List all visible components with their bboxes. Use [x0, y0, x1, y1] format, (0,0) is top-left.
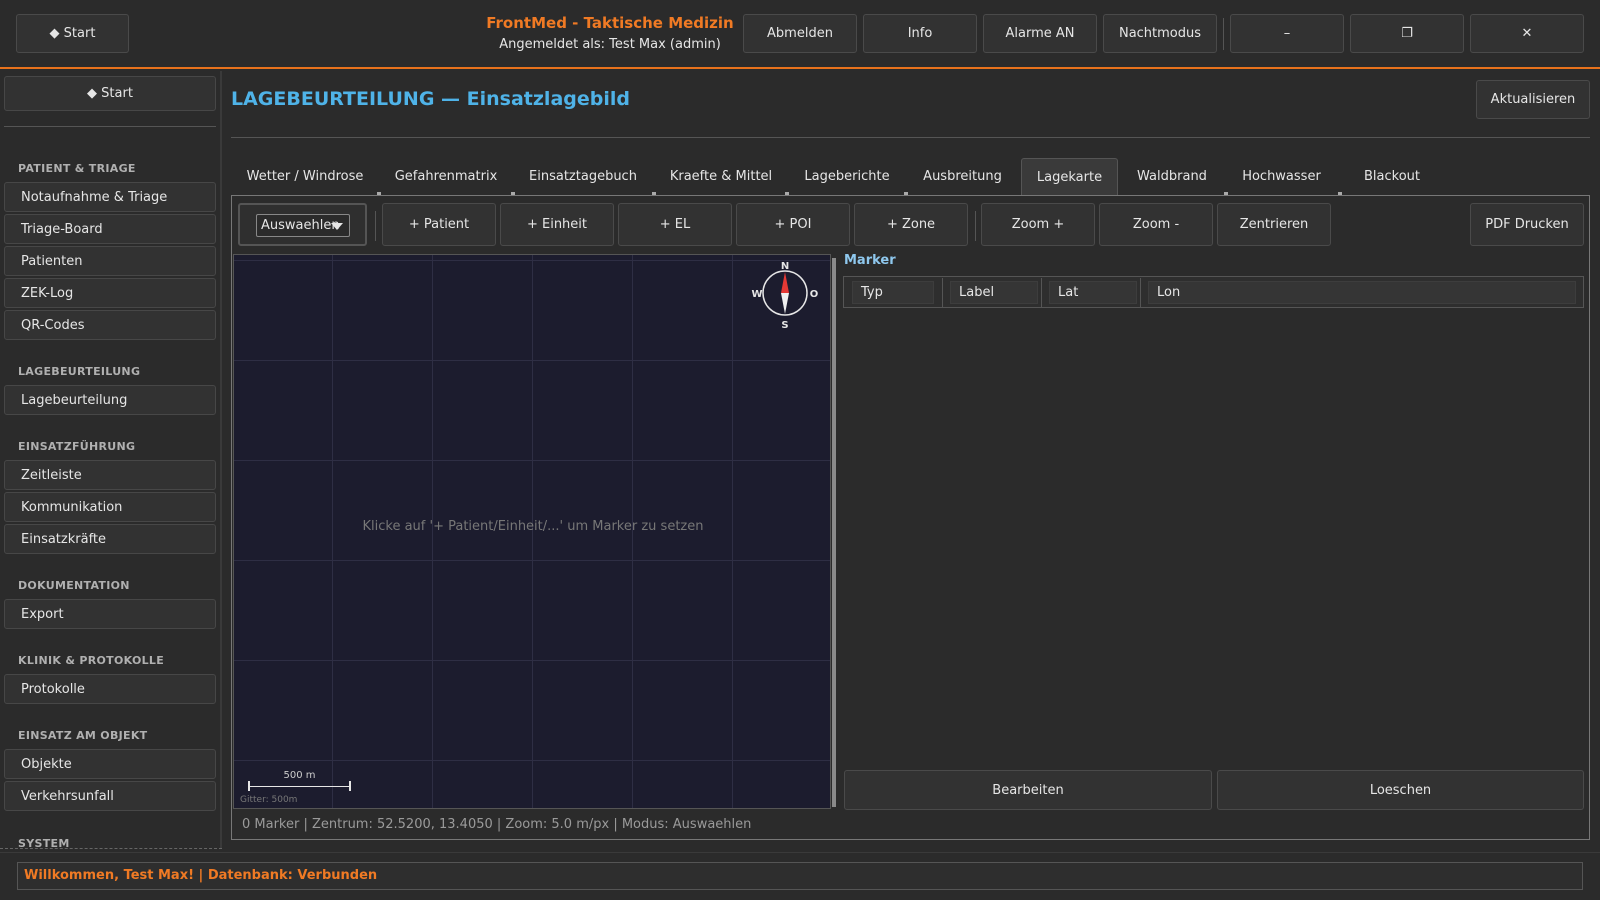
sidebar-item-notaufnahme[interactable]: Notaufnahme & Triage	[4, 182, 216, 212]
sidebar-divider	[4, 126, 216, 127]
map-status-line: 0 Marker | Zentrum: 52.5200, 13.4050 | Z…	[242, 817, 752, 832]
scale-bar-tick	[349, 781, 351, 791]
tab-lageberichte[interactable]: Lageberichte	[796, 158, 898, 195]
night-mode-button[interactable]: Nachtmodus	[1103, 14, 1217, 53]
map-grid-line	[234, 760, 830, 761]
map-grid-line	[234, 660, 830, 661]
center-button[interactable]: Zentrieren	[1217, 203, 1331, 246]
sidebar-item-zek-log[interactable]: ZEK-Log	[4, 278, 216, 308]
start-button[interactable]: ◆ Start	[16, 14, 129, 53]
title-divider	[231, 137, 1590, 138]
sidebar-item-einsatzkraefte[interactable]: Einsatzkräfte	[4, 524, 216, 554]
delete-marker-button[interactable]: Loeschen	[1217, 770, 1584, 810]
app-title: FrontMed - Taktische Medizin	[486, 14, 734, 32]
sidebar-item-kommunikation[interactable]: Kommunikation	[4, 492, 216, 522]
zoom-in-button[interactable]: Zoom +	[981, 203, 1095, 246]
section-patient-triage: PATIENT & TRIAGE	[18, 162, 136, 175]
tab-ausbreitung[interactable]: Ausbreitung	[915, 158, 1010, 195]
logout-button[interactable]: Abmelden	[743, 14, 857, 53]
map-grid-line	[234, 460, 830, 461]
tab-blackout[interactable]: Blackout	[1348, 158, 1436, 195]
info-button[interactable]: Info	[863, 14, 977, 53]
sidebar-item-patienten[interactable]: Patienten	[4, 246, 216, 276]
toolbar-divider	[375, 211, 376, 241]
zoom-out-button[interactable]: Zoom -	[1099, 203, 1213, 246]
sidebar-item-qr-codes[interactable]: QR-Codes	[4, 310, 216, 340]
scale-bar	[249, 786, 350, 787]
add-patient-button[interactable]: + Patient	[382, 203, 496, 246]
mode-select-value: Auswaehlen	[261, 218, 340, 233]
map-grid-line	[234, 260, 830, 261]
map-grid-line	[234, 360, 830, 361]
section-einsatzfuehrung: EINSATZFÜHRUNG	[18, 440, 136, 453]
column-header-lat[interactable]: Lat	[1049, 281, 1137, 304]
sidebar-item-zeitleiste[interactable]: Zeitleiste	[4, 460, 216, 490]
sidebar-item-export[interactable]: Export	[4, 599, 216, 629]
grid-label: Gitter: 500m	[240, 795, 298, 805]
sidebar-start-button[interactable]: ◆ Start	[4, 76, 216, 111]
edit-marker-button[interactable]: Bearbeiten	[844, 770, 1212, 810]
sidebar-item-lagebeurteilung[interactable]: Lagebeurteilung	[4, 385, 216, 415]
sidebar: ◆ Start PATIENT & TRIAGE Notaufnahme & T…	[0, 71, 222, 849]
alarms-toggle-button[interactable]: Alarme AN	[983, 14, 1097, 53]
marker-table-title: Marker	[844, 253, 896, 268]
refresh-button[interactable]: Aktualisieren	[1476, 80, 1590, 119]
section-klinik-protokolle: KLINIK & PROTOKOLLE	[18, 654, 165, 667]
close-button[interactable]: ✕	[1470, 14, 1584, 53]
map-canvas[interactable]: Klicke auf '+ Patient/Einheit/...' um Ma…	[233, 254, 831, 809]
sidebar-item-objekte[interactable]: Objekte	[4, 749, 216, 779]
panel-splitter[interactable]	[832, 258, 836, 807]
scale-label: 500 m	[283, 770, 316, 781]
tab-hochwasser[interactable]: Hochwasser	[1234, 158, 1329, 195]
section-dokumentation: DOKUMENTATION	[18, 579, 130, 592]
column-divider	[942, 278, 943, 308]
compass-east-label: O	[810, 289, 819, 300]
chevron-down-icon	[331, 223, 343, 230]
column-header-lon[interactable]: Lon	[1148, 281, 1576, 304]
column-header-label[interactable]: Label	[950, 281, 1038, 304]
add-poi-button[interactable]: + POI	[736, 203, 850, 246]
toolbar-divider	[975, 211, 976, 241]
section-lagebeurteilung: LAGEBEURTEILUNG	[18, 365, 141, 378]
sidebar-item-triage-board[interactable]: Triage-Board	[4, 214, 216, 244]
map-hint: Klicke auf '+ Patient/Einheit/...' um Ma…	[362, 519, 704, 534]
add-unit-button[interactable]: + Einheit	[500, 203, 614, 246]
scale-bar-tick	[248, 781, 250, 791]
compass-west-label: W	[751, 289, 762, 300]
tab-gefahrenmatrix[interactable]: Gefahrenmatrix	[388, 158, 504, 195]
tab-waldbrand[interactable]: Waldbrand	[1128, 158, 1216, 195]
tab-lagekarte[interactable]: Lagekarte	[1021, 158, 1118, 195]
sidebar-item-verkehrsunfall[interactable]: Verkehrsunfall	[4, 781, 216, 811]
column-header-typ[interactable]: Typ	[852, 281, 934, 304]
tab-wetter-windrose[interactable]: Wetter / Windrose	[241, 158, 369, 195]
maximize-button[interactable]: ❐	[1350, 14, 1464, 53]
map-grid-line	[234, 560, 830, 561]
compass-icon: N S W O	[751, 261, 819, 331]
marker-table: Typ Label Lat Lon	[843, 276, 1584, 308]
page-title: LAGEBEURTEILUNG — Einsatzlagebild	[231, 88, 630, 110]
minimize-button[interactable]: –	[1230, 14, 1344, 53]
sidebar-scroll-edge	[0, 848, 222, 849]
sidebar-item-protokolle[interactable]: Protokolle	[4, 674, 216, 704]
section-einsatz-am-objekt: EINSATZ AM OBJEKT	[18, 729, 148, 742]
pdf-print-button[interactable]: PDF Drucken	[1470, 203, 1584, 246]
add-el-button[interactable]: + EL	[618, 203, 732, 246]
mode-select[interactable]: Auswaehlen	[256, 214, 350, 237]
tab-einsatztagebuch[interactable]: Einsatztagebuch	[522, 158, 644, 195]
top-bar: ◆ Start FrontMed - Taktische Medizin Ang…	[0, 0, 1600, 69]
status-bar-text: Willkommen, Test Max! | Datenbank: Verbu…	[24, 868, 378, 883]
footer-divider	[0, 852, 1600, 853]
mode-select-frame: Auswaehlen	[238, 203, 367, 246]
column-divider	[1140, 278, 1141, 308]
divider	[1223, 18, 1224, 50]
compass-north-label: N	[781, 261, 789, 272]
login-info: Angemeldet als: Test Max (admin)	[499, 37, 721, 52]
status-bar: Willkommen, Test Max! | Datenbank: Verbu…	[17, 862, 1583, 890]
tab-kraefte-mittel[interactable]: Kraefte & Mittel	[663, 158, 779, 195]
compass-south-label: S	[781, 320, 788, 331]
column-divider	[1041, 278, 1042, 308]
add-zone-button[interactable]: + Zone	[854, 203, 968, 246]
